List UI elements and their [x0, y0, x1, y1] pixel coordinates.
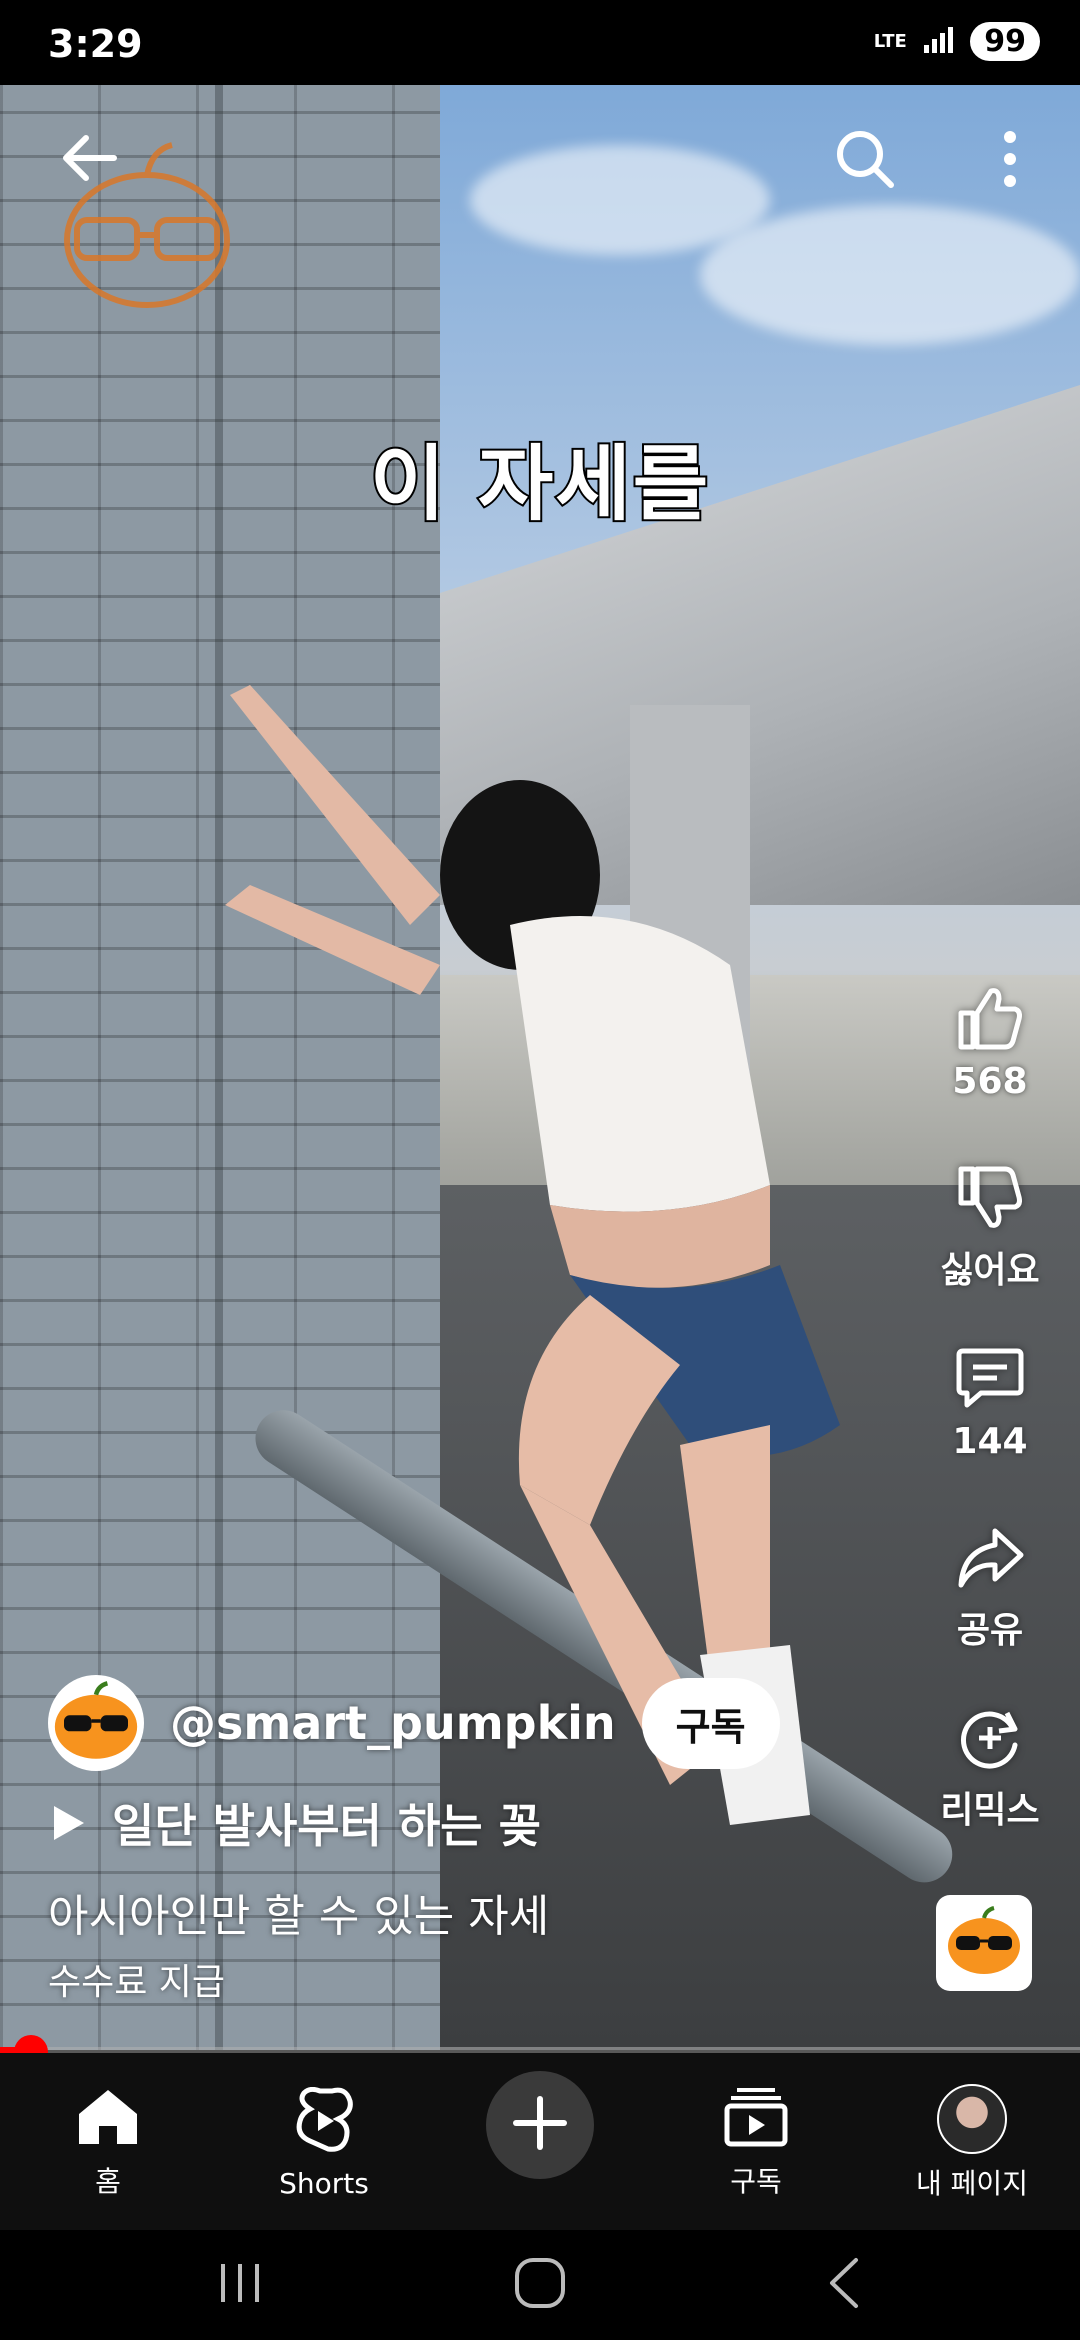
arrow-left-icon	[58, 133, 118, 187]
thumbs-up-icon	[955, 985, 1025, 1051]
home-icon	[75, 2086, 141, 2152]
share-label: 공유	[956, 1610, 1024, 1651]
system-navigation-bar	[0, 2230, 1080, 2340]
nav-home[interactable]: 홈	[8, 2063, 208, 2223]
play-icon	[52, 1804, 86, 1842]
battery-level: 99	[970, 22, 1040, 61]
channel-avatar[interactable]	[48, 1675, 144, 1771]
video-title-row[interactable]: 일단 발사부터 하는 꽂	[52, 1790, 541, 1856]
share-icon	[955, 1525, 1025, 1591]
back-system-button[interactable]	[784, 2250, 904, 2320]
channel-row: @smart_pumpkin 구독	[48, 1675, 780, 1771]
pumpkin-sunglasses-icon	[50, 1681, 142, 1765]
nav-subscriptions-label: 구독	[730, 2165, 782, 2198]
cloud	[470, 145, 770, 255]
nav-my-page[interactable]: 내 페이지	[872, 2063, 1072, 2223]
nav-my-page-label: 내 페이지	[916, 2167, 1028, 2200]
sound-source-button[interactable]	[936, 1895, 1032, 1991]
remix-button[interactable]: 리믹스	[900, 1705, 1080, 1833]
more-options-button[interactable]	[975, 116, 1045, 206]
recent-apps-icon	[215, 2258, 265, 2312]
status-bar: 3:29 LTE 99	[0, 0, 1080, 85]
search-icon	[833, 127, 897, 195]
video-caption-overlay: 이 자세를	[368, 435, 711, 534]
profile-avatar	[937, 2084, 1007, 2154]
dislike-button[interactable]: 싫어요	[900, 1165, 1080, 1293]
home-square-icon	[513, 2256, 567, 2314]
subscribe-button[interactable]: 구독	[641, 1677, 780, 1769]
bottom-navigation: 홈 Shorts 구독 내 페이지	[0, 2053, 1080, 2230]
status-time: 3:29	[48, 22, 143, 66]
comment-icon	[955, 1345, 1025, 1411]
home-system-button[interactable]	[480, 2250, 600, 2320]
channel-name[interactable]: @smart_pumpkin	[170, 1696, 616, 1750]
comment-count: 144	[952, 1421, 1028, 1462]
paid-promotion-label: 수수료 지급	[48, 1962, 226, 2003]
shorts-icon	[294, 2086, 354, 2159]
remix-label: 리믹스	[940, 1790, 1040, 1831]
share-button[interactable]: 공유	[900, 1525, 1080, 1653]
more-vertical-icon	[1000, 129, 1020, 193]
search-button[interactable]	[820, 116, 910, 206]
like-count: 568	[952, 1061, 1028, 1102]
nav-subscriptions[interactable]: 구독	[656, 2063, 856, 2223]
like-button[interactable]: 568	[900, 985, 1080, 1102]
pumpkin-sunglasses-icon	[944, 1906, 1024, 1980]
chevron-left-icon	[824, 2256, 864, 2314]
cloud	[700, 205, 1080, 345]
nav-shorts-label: Shorts	[279, 2166, 369, 2200]
signal-icon	[922, 25, 956, 59]
video-description[interactable]: 아시아인만 할 수 있는 자세	[48, 1880, 549, 1944]
recent-apps-button[interactable]	[180, 2250, 300, 2320]
status-icons: LTE 99	[872, 22, 1040, 61]
comments-button[interactable]: 144	[900, 1345, 1080, 1462]
remix-icon	[955, 1705, 1025, 1771]
thumbs-down-icon	[955, 1165, 1025, 1231]
create-button[interactable]	[486, 2071, 594, 2179]
video-title: 일단 발사부터 하는 꽂	[112, 1799, 541, 1853]
nav-home-label: 홈	[95, 2165, 121, 2198]
dislike-label: 싫어요	[940, 1250, 1040, 1291]
subscriptions-icon	[723, 2086, 789, 2152]
back-button[interactable]	[48, 120, 128, 200]
plus-icon	[512, 2095, 568, 2155]
network-type: LTE	[873, 30, 907, 52]
nav-shorts[interactable]: Shorts	[224, 2063, 424, 2223]
